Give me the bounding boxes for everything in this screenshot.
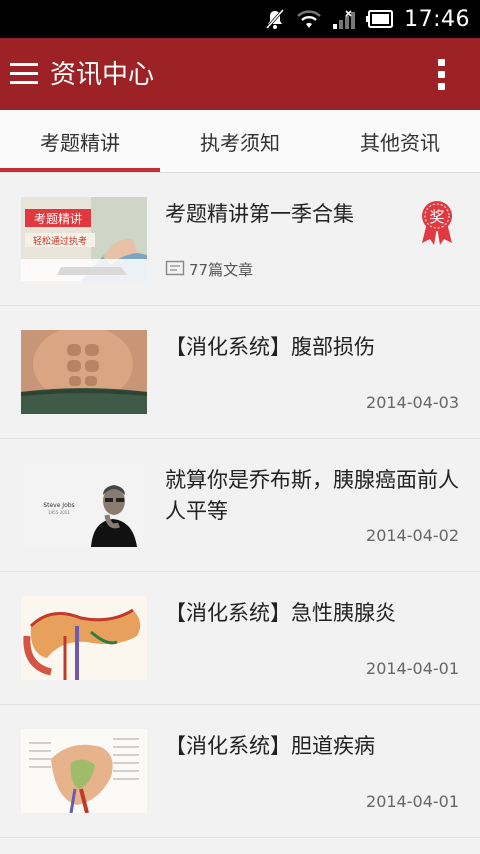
page-title: 资讯中心 (50, 60, 155, 90)
svg-text:奖: 奖 (429, 208, 444, 226)
signal-icon (332, 8, 356, 30)
battery-icon (366, 9, 394, 29)
wifi-icon (296, 8, 322, 30)
tab-selected-indicator (0, 168, 160, 172)
article-title: 【消化系统】急性胰腺炎 (165, 601, 396, 625)
article-thumbnail (21, 729, 147, 813)
list-item[interactable]: 考题精讲 轻松通过执考 考题精讲第一季合集 77篇文章 奖 (0, 173, 480, 306)
overflow-menu-icon[interactable] (438, 58, 446, 92)
list-item[interactable]: 【消化系统】胆道疾病 2014-04-01 (0, 705, 480, 838)
article-date: 2014-04-02 (366, 526, 459, 545)
article-thumbnail: 考题精讲 轻松通过执考 (21, 197, 147, 281)
article-count: 77篇文章 (165, 259, 253, 280)
tab-exam-notice[interactable]: 执考须知 (160, 110, 320, 172)
svg-text:轻松通过执考: 轻松通过执考 (33, 235, 87, 247)
article-date: 2014-04-03 (366, 393, 459, 412)
list-item[interactable]: 【消化系统】急性胰腺炎 2014-04-01 (0, 572, 480, 705)
tab-bar: 考题精讲 执考须知 其他资讯 (0, 110, 480, 173)
award-ribbon-icon: 奖 (419, 201, 455, 245)
status-bar: 17:46 (0, 0, 480, 38)
article-count-label: 77篇文章 (189, 261, 254, 279)
article-thumbnail (21, 330, 147, 414)
article-title: 【消化系统】胆道疾病 (165, 734, 375, 758)
svg-text:考题精讲: 考题精讲 (34, 211, 82, 226)
article-date: 2014-04-01 (366, 659, 459, 678)
document-icon (165, 260, 185, 280)
article-thumbnail (21, 596, 147, 680)
article-thumbnail: Steve Jobs 1955-2011 (21, 463, 147, 547)
article-date: 2014-04-01 (366, 792, 459, 811)
app-bar: 资讯中心 (0, 38, 480, 110)
list-item[interactable]: 【消化系统】腹部损伤 2014-04-03 (0, 306, 480, 439)
svg-text:1955-2011: 1955-2011 (48, 510, 70, 515)
svg-text:Steve Jobs: Steve Jobs (43, 502, 74, 509)
hamburger-menu-icon[interactable] (10, 60, 40, 88)
article-title: 就算你是乔布斯，胰腺癌面前人人平等 (165, 468, 459, 523)
clock: 17:46 (404, 6, 470, 32)
tab-exam-explanations[interactable]: 考题精讲 (0, 110, 160, 172)
list-item[interactable]: Steve Jobs 1955-2011 就算你是乔布斯，胰腺癌面前人人平等 2… (0, 439, 480, 572)
article-title: 【消化系统】腹部损伤 (165, 335, 375, 359)
article-list: 考题精讲 轻松通过执考 考题精讲第一季合集 77篇文章 奖 【消化系统】腹部损伤… (0, 173, 480, 838)
article-title: 考题精讲第一季合集 (165, 202, 354, 226)
mute-icon (264, 8, 286, 30)
tab-other-news[interactable]: 其他资讯 (320, 110, 480, 172)
